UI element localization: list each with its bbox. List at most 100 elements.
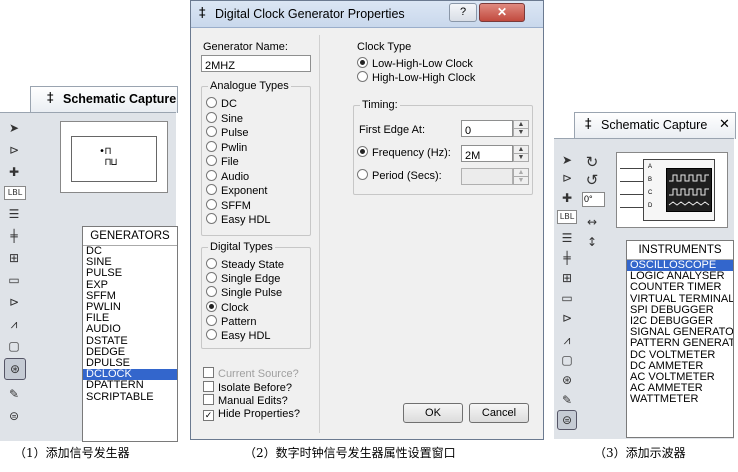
- cancel-label: Cancel: [481, 407, 517, 419]
- analogue-radio-item[interactable]: SFFM: [206, 198, 251, 212]
- list-item[interactable]: WATTMETER: [627, 394, 733, 405]
- bus-icon[interactable]: ╪: [6, 228, 22, 244]
- virtual-instrument-icon[interactable]: ⊜: [6, 408, 22, 424]
- checkbox-box: [203, 394, 214, 405]
- frequency-field[interactable]: 2M: [461, 145, 513, 162]
- digital-radio-label: Single Pulse: [221, 287, 283, 300]
- analogue-radio-item[interactable]: File: [206, 155, 239, 168]
- analogue-radio-item[interactable]: Pwlin: [206, 140, 247, 154]
- rotate-ccw-icon[interactable]: ↺: [584, 172, 600, 188]
- device-pin-icon[interactable]: ⊳: [6, 294, 22, 310]
- analogue-radio-item[interactable]: Exponent: [206, 184, 267, 197]
- oscilloscope-channel-label: D: [648, 203, 653, 209]
- junction-icon[interactable]: ✚: [559, 190, 575, 206]
- frequency-radio[interactable]: Frequency (Hz):: [357, 146, 451, 159]
- virtual-instrument-icon[interactable]: ⊜: [557, 410, 577, 430]
- digital-radio-item[interactable]: Single Pulse: [206, 286, 282, 299]
- panel3-toolbar: ➤ ⊳ ✚ LBL ☰ ╪ ⊞ ▭ ⊳ ⩘ ▢ ⊛ ✎ ⊜: [556, 144, 580, 434]
- analogue-radio-label: Easy HDL: [221, 214, 271, 226]
- checkbox-label: Isolate Before?: [218, 381, 292, 394]
- generator-icon[interactable]: ⊛: [4, 358, 26, 380]
- period-field[interactable]: [461, 168, 513, 185]
- select-arrow-icon[interactable]: ➤: [559, 152, 575, 168]
- help-button[interactable]: ?: [449, 3, 477, 22]
- list-item[interactable]: PATTERN GENERATOR: [627, 338, 733, 349]
- digital-radio-item[interactable]: Pattern: [206, 314, 256, 328]
- ok-button[interactable]: OK: [403, 403, 463, 423]
- checkbox-label: Hide Properties?: [218, 407, 300, 420]
- digital-radio-item[interactable]: Easy HDL: [206, 329, 271, 342]
- option-checkbox[interactable]: ✓ Hide Properties?: [203, 408, 300, 421]
- caption-3: （3）添加示波器: [594, 446, 686, 460]
- panel1-tab[interactable]: ‡ Schematic Capture: [30, 86, 178, 113]
- analogue-radio-item[interactable]: Pulse: [206, 126, 249, 139]
- generator-icon[interactable]: ⊛: [559, 372, 575, 388]
- device-pin-icon[interactable]: ⊳: [559, 310, 575, 326]
- text-script-icon[interactable]: ☰: [6, 206, 22, 222]
- subcircuit-icon[interactable]: ⊞: [6, 250, 22, 266]
- list-item[interactable]: SCRIPTABLE: [83, 391, 177, 403]
- ok-label: OK: [425, 407, 441, 419]
- analogue-radio-item[interactable]: Audio: [206, 169, 249, 183]
- bus-icon[interactable]: ╪: [559, 250, 575, 266]
- checkbox-label: Manual Edits?: [218, 395, 288, 407]
- mirror-horizontal-icon[interactable]: ↔: [584, 214, 600, 230]
- rotate-cw-icon[interactable]: ↻: [584, 154, 600, 170]
- period-label: Period (Secs):: [372, 170, 442, 182]
- tape-recorder-icon[interactable]: ▢: [559, 352, 575, 368]
- junction-icon[interactable]: ✚: [6, 164, 22, 180]
- terminal-icon[interactable]: ▭: [6, 272, 22, 288]
- period-spin-down[interactable]: ▼: [513, 176, 529, 185]
- select-arrow-icon[interactable]: ➤: [6, 120, 22, 136]
- terminal-icon[interactable]: ▭: [559, 290, 575, 306]
- analogue-radio-item[interactable]: DC: [206, 97, 237, 110]
- list-item[interactable]: DPATTERN: [83, 380, 177, 391]
- list-item[interactable]: PULSE: [83, 268, 177, 279]
- option-checkbox[interactable]: Manual Edits?: [203, 394, 288, 407]
- frequency-spin-down[interactable]: ▼: [513, 153, 529, 162]
- panel3-tab[interactable]: ‡ Schematic Capture ✕: [574, 112, 736, 139]
- tape-recorder-icon[interactable]: ▢: [6, 338, 22, 354]
- close-button[interactable]: ✕: [479, 3, 525, 22]
- rotation-field[interactable]: 0°: [582, 192, 605, 207]
- properties-dialog: ‡ Digital Clock Generator Properties ? ✕…: [190, 0, 544, 440]
- digital-radio-item[interactable]: Steady State: [206, 258, 284, 271]
- generator-name-field[interactable]: 2MHZ: [201, 55, 311, 72]
- list-item[interactable]: AUDIO: [83, 324, 177, 335]
- panel3-preview: A B C D: [616, 152, 728, 228]
- text-script-icon[interactable]: ☰: [559, 230, 575, 246]
- graph-icon[interactable]: ⩘: [559, 332, 575, 348]
- cancel-button[interactable]: Cancel: [469, 403, 529, 423]
- rotation-value: 0°: [584, 194, 593, 204]
- option-checkbox[interactable]: Current Source?: [203, 367, 299, 380]
- generator-name-value: 2MHZ: [205, 60, 235, 72]
- oscilloscope-channel-label: B: [648, 177, 653, 183]
- period-radio[interactable]: Period (Secs):: [357, 169, 442, 182]
- digital-radio-item[interactable]: Single Edge: [206, 272, 280, 285]
- radio-button-dot: [206, 272, 217, 284]
- first-edge-field[interactable]: 0: [461, 120, 513, 137]
- oscilloscope-channel-label: C: [648, 190, 653, 196]
- voltage-probe-icon[interactable]: ✎: [559, 392, 575, 408]
- panel3-close-icon[interactable]: ✕: [719, 117, 730, 132]
- voltage-probe-icon[interactable]: ✎: [6, 386, 22, 402]
- first-edge-spin-down[interactable]: ▼: [513, 128, 529, 137]
- clock-type-radio[interactable]: High-Low-High Clock: [357, 71, 475, 84]
- analogue-radio-item[interactable]: Easy HDL: [206, 213, 271, 226]
- dialog-title-bar[interactable]: ‡ Digital Clock Generator Properties ? ✕: [191, 1, 543, 28]
- analogue-radio-item[interactable]: Sine: [206, 111, 243, 125]
- option-checkbox[interactable]: Isolate Before?: [203, 380, 292, 394]
- clock-type-radio[interactable]: Low-High-Low Clock: [357, 57, 473, 70]
- component-icon[interactable]: ⊳: [559, 170, 575, 186]
- timing-title: Timing:: [360, 99, 400, 111]
- list-item[interactable]: COUNTER TIMER: [627, 282, 733, 293]
- radio-button-dot: [206, 97, 217, 108]
- digital-radio-item[interactable]: Clock: [206, 300, 249, 314]
- generators-list: GENERATORS DC SINE PULSE EXP SFFM PWLIN FILE AU…: [82, 226, 178, 442]
- label-icon[interactable]: LBL: [4, 186, 26, 200]
- subcircuit-icon[interactable]: ⊞: [559, 270, 575, 286]
- mirror-vertical-icon[interactable]: ↕: [584, 234, 600, 250]
- component-icon[interactable]: ⊳: [6, 142, 22, 158]
- label-icon[interactable]: LBL: [557, 210, 577, 224]
- graph-icon[interactable]: ⩘: [6, 316, 22, 332]
